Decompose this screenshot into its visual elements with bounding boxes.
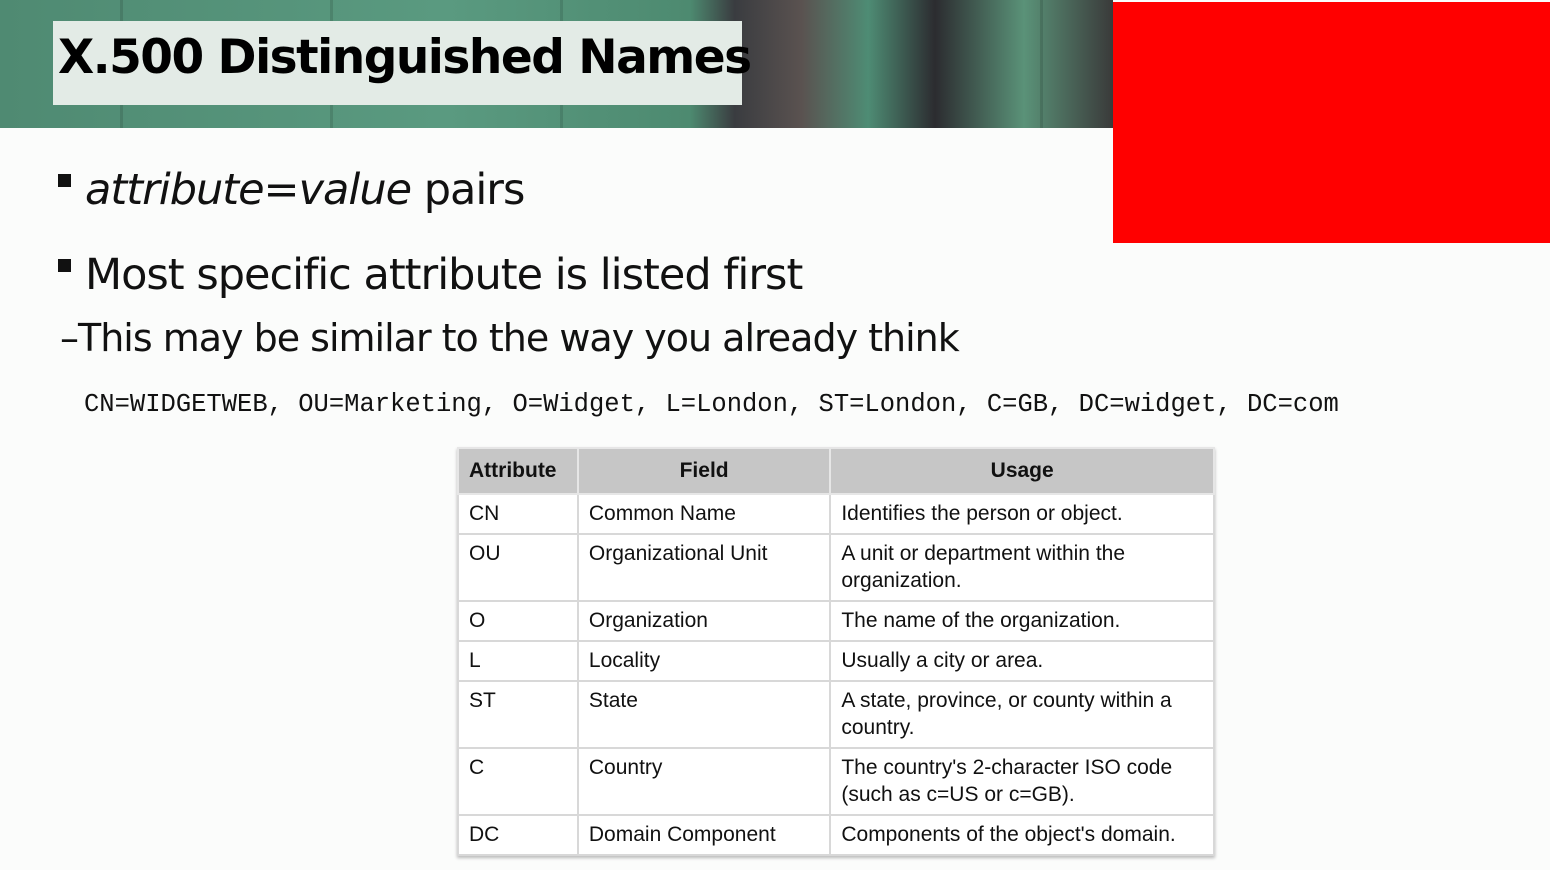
cell-usage: Usually a city or area. [829,640,1215,682]
cell-usage: The country's 2-character ISO code (such… [829,747,1215,816]
cell-field: Organization [576,600,832,642]
dash-marker: – [60,316,79,360]
bullet-italic-text: attribute=value [85,165,412,215]
table-row: ST State A state, province, or county with… [457,680,1215,749]
sub-bullet: –This may be similar to the way you alre… [60,316,960,360]
bullet-most-specific: Most specific attribute is listed first [58,250,803,300]
cell-attribute: C [457,747,579,816]
table-row: C Country The country's 2-character ISO co… [457,747,1215,816]
example-distinguished-name: CN=WIDGETWEB, OU=Marketing, O=Widget, L=… [84,390,1339,419]
sub-bullet-text: This may be similar to the way you alrea… [78,316,960,360]
cell-field: Common Name [576,493,832,535]
cell-attribute: CN [457,493,579,535]
cell-attribute: ST [457,680,579,749]
table-row: CN Common Name Identifies the person or ob… [457,493,1215,535]
header-field: Field [576,447,832,495]
cell-usage: A unit or department within the organiza… [829,533,1215,602]
table-row: L Locality Usually a city or area. [457,640,1215,682]
bullet-square-icon [58,259,71,272]
bullet-text: pairs [411,165,526,215]
bullet-square-icon [58,174,71,187]
table-row: DC Domain Component Components of the obje… [457,814,1215,856]
cell-attribute: L [457,640,579,682]
header-attribute: Attribute [457,447,579,495]
cell-attribute: OU [457,533,579,602]
redaction-block [1113,2,1550,243]
attributes-table: Attribute Field Usage CN Common Name Ident… [457,447,1215,856]
cell-usage: The name of the organization. [829,600,1215,642]
table-row: O Organization The name of the organizatio… [457,600,1215,642]
bullet-attribute-value: attribute=value pairs [58,165,526,215]
header-usage: Usage [829,447,1215,495]
table-header-row: Attribute Field Usage [457,447,1215,495]
cell-usage: Identifies the person or object. [829,493,1215,535]
cell-field: Country [576,747,832,816]
table-row: OU Organizational Unit A unit or departmen… [457,533,1215,602]
cell-usage: Components of the object's domain. [829,814,1215,856]
cell-field: State [576,680,832,749]
cell-field: Organizational Unit [576,533,832,602]
cell-field: Domain Component [576,814,832,856]
bullet-text: Most specific attribute is listed first [85,250,803,300]
slide-title: X.500 Distinguished Names [58,30,752,85]
cell-attribute: O [457,600,579,642]
cell-field: Locality [576,640,832,682]
cell-usage: A state, province, or county within a co… [829,680,1215,749]
cell-attribute: DC [457,814,579,856]
